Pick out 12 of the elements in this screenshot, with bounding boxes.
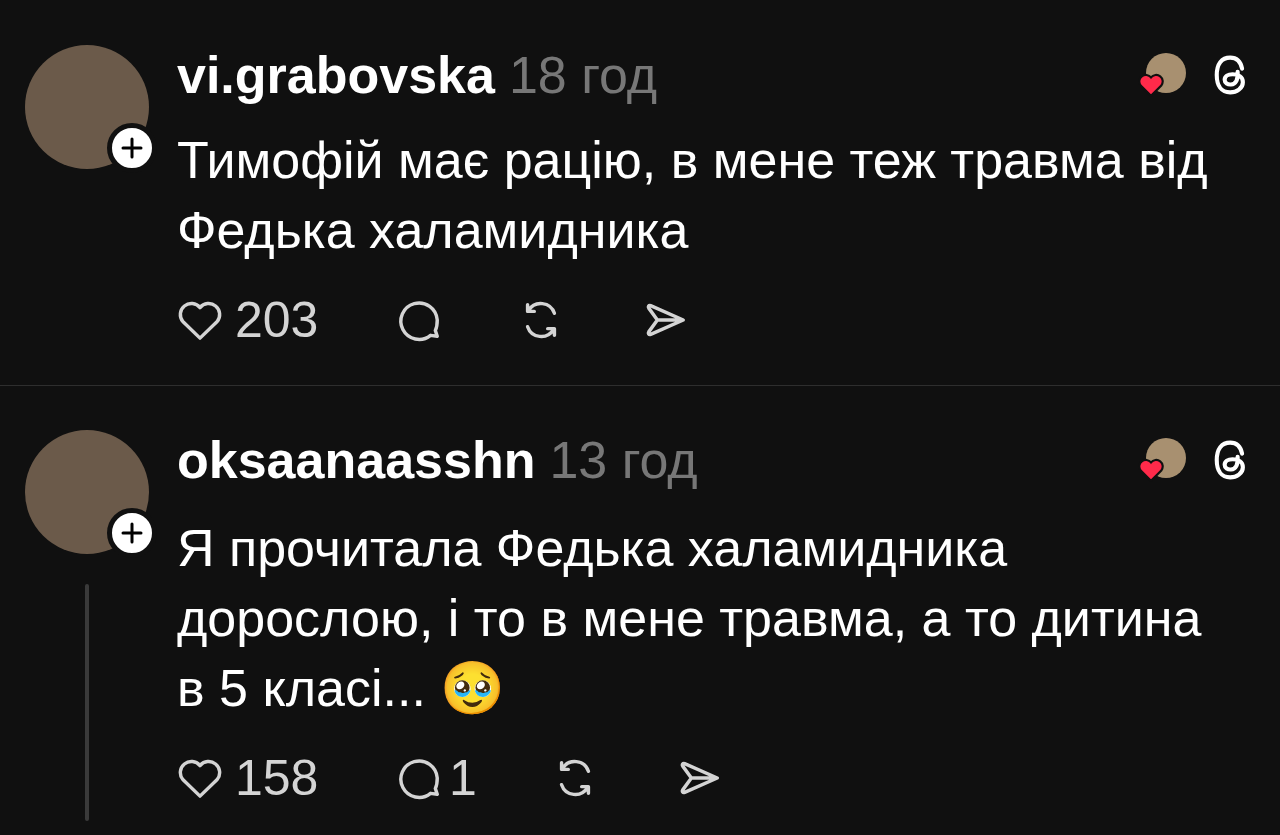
heart-icon	[177, 299, 223, 341]
comment-button[interactable]: 1	[397, 753, 477, 803]
plus-icon	[120, 136, 144, 160]
heart-icon	[177, 757, 223, 799]
liked-by-author-icon	[1138, 438, 1186, 482]
post-text: Тимофій має рацію, в мене теж травма від Федька халамидника	[177, 130, 1209, 261]
plus-icon	[120, 521, 144, 545]
username[interactable]: oksaanaasshn	[177, 434, 536, 486]
like-button[interactable]: 203	[177, 295, 397, 345]
liked-by-author-icon	[1138, 53, 1186, 97]
post-text: Я прочитала Федька халамидника дорослою, і то в мене травма, а то дитина в 5 класі... 🥹	[177, 518, 1203, 719]
like-button[interactable]: 158	[177, 753, 397, 803]
